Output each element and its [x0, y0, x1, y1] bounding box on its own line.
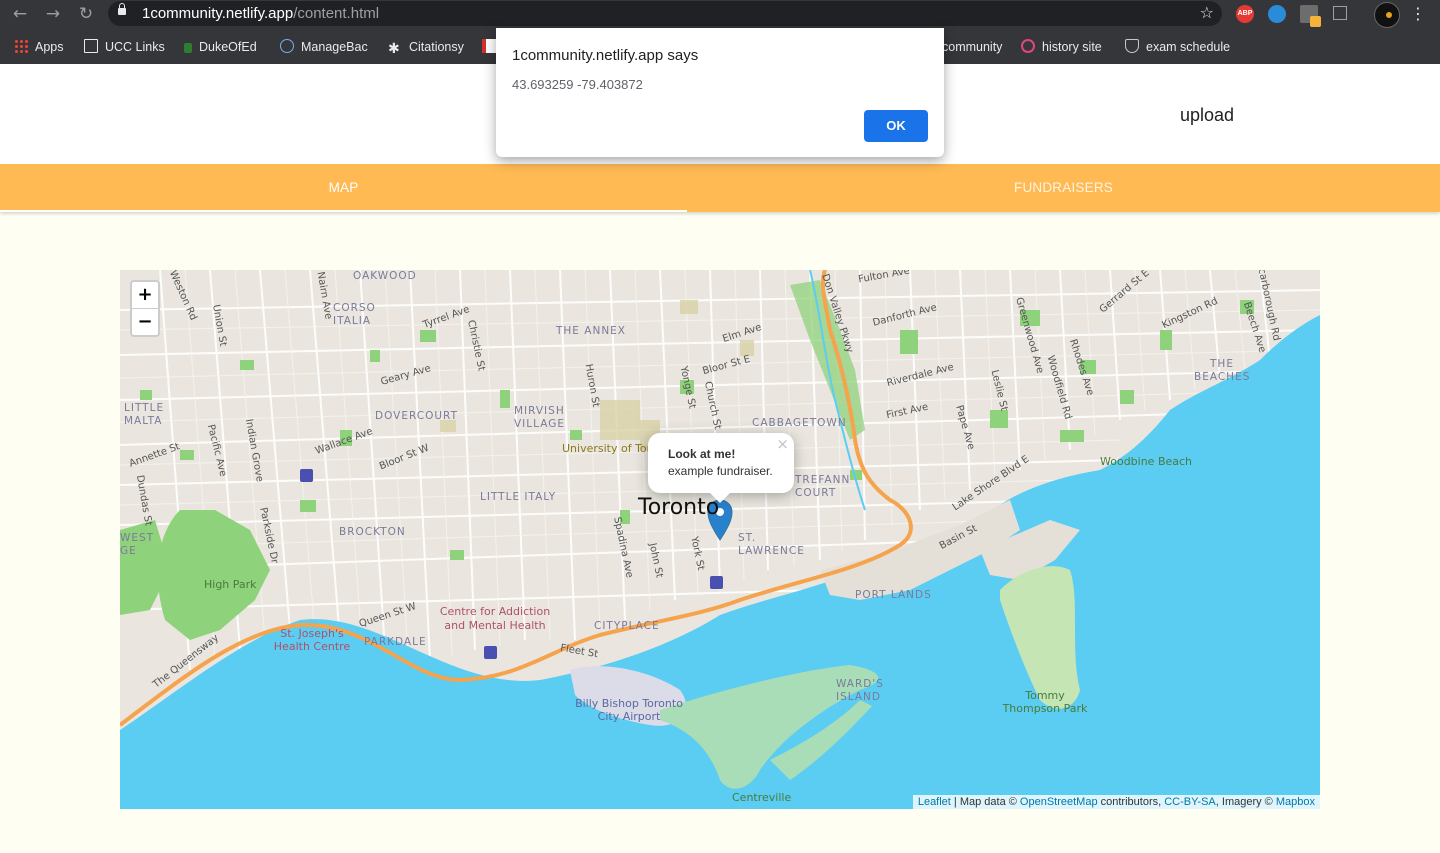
bookmark-history-site[interactable]: history site [1021, 38, 1102, 56]
popup-title: Look at me! [668, 447, 736, 461]
bookmark-community[interactable]: community [942, 38, 1002, 56]
reload-icon[interactable]: ↻ [76, 4, 96, 24]
globe-icon [280, 39, 294, 53]
bookmark-label: community [942, 40, 1003, 54]
osm-link[interactable]: OpenStreetMap [1020, 796, 1098, 808]
map-label-woodbine: Woodbine Beach [1100, 455, 1193, 468]
map-label-the-annex: THE ANNEX [556, 325, 627, 337]
bookmark-label: Apps [35, 40, 64, 54]
map-label-little-italy: LITTLE ITALY [480, 491, 557, 503]
extension-pen-icon[interactable] [1300, 5, 1321, 27]
extension-search-icon[interactable] [1268, 5, 1286, 23]
map-label-mirvish-village: MIRVISH VILLAGE [514, 405, 565, 430]
map-tiles [120, 270, 1320, 809]
map-container[interactable]: OAKWOOD CORSO ITALIA THE ANNEX LITTLE MA… [120, 270, 1320, 809]
bookmark-label: DukeOfEd [199, 40, 257, 54]
bookmark-exam-schedule[interactable]: exam schedule [1125, 38, 1230, 56]
map-label-cabbagetown: CABBAGETOWN [752, 417, 847, 429]
attribution-text: contributors, [1097, 796, 1165, 808]
bookmark-citationsy[interactable]: ✱ Citationsy [388, 38, 464, 56]
map-attribution: Leaflet | Map data © OpenStreetMap contr… [912, 795, 1320, 809]
bookmark-dukeofed[interactable]: DukeOfEd [184, 38, 257, 56]
map-label-trefann-court: TREFANN COURT [795, 474, 851, 499]
zoom-in-button[interactable]: + [132, 282, 158, 309]
attribution-text: , Imagery © [1215, 796, 1276, 808]
attribution-text: | Map data © [950, 796, 1020, 808]
back-arrow-icon[interactable]: ← [10, 4, 30, 24]
bookmark-label: history site [1042, 40, 1102, 54]
map-label-university: University of Tor [562, 442, 652, 455]
browser-toolbar: ← → ↻ 1community.netlify.app/content.htm… [0, 0, 1440, 28]
leaflet-link[interactable]: Leaflet [918, 796, 951, 808]
mapbox-link[interactable]: Mapbox [1276, 796, 1315, 808]
bookmark-label: ManageBac [301, 40, 368, 54]
forward-arrow-icon[interactable]: → [43, 4, 63, 24]
map-label-high-park: High Park [204, 578, 257, 591]
map-label-tommy-thompson: Tommy Thompson Park [1002, 689, 1088, 715]
map-label-camh: Centre for Addiction and Mental Health [439, 605, 551, 632]
map-popup: × Look at me! example fundraiser. [648, 433, 794, 503]
url-path: /content.html [293, 5, 380, 22]
map-label-dovercourt: DOVERCOURT [375, 410, 458, 422]
lock-icon [118, 3, 126, 15]
map-label-st-lawrence: ST. LAWRENCE [738, 532, 805, 557]
upload-link[interactable]: upload [1180, 105, 1234, 126]
subway-station-icon [710, 576, 723, 589]
url-domain: 1community.netlify.app [142, 5, 294, 22]
license-link[interactable]: CC-BY-SA [1164, 796, 1216, 808]
tab-map[interactable]: MAP [0, 164, 687, 212]
dialog-message: 43.693259 -79.403872 [512, 77, 643, 92]
url-text[interactable]: 1community.netlify.app/content.html [142, 5, 379, 22]
map-label-wards-island: WARD'S ISLAND [836, 678, 884, 703]
bookmark-managebac[interactable]: ManageBac [280, 38, 368, 56]
bookmark-star-icon[interactable]: ☆ [1200, 3, 1214, 22]
bookmark-label: UCC Links [105, 40, 165, 54]
red-bookmark-icon [482, 39, 496, 53]
map-label-st-josephs: St. Joseph's Health Centre [273, 627, 351, 653]
shield-icon [1125, 39, 1139, 53]
map-label-centreville: Centreville [732, 791, 792, 804]
profile-avatar[interactable] [1374, 2, 1400, 28]
map-label-corso-italia: CORSO ITALIA [333, 302, 376, 327]
alert-dialog: 1community.netlify.app says 43.693259 -7… [496, 28, 944, 157]
bookmark-apps[interactable]: Apps [14, 38, 64, 56]
apps-grid-icon [14, 39, 28, 53]
map-label-the-beaches: THE BEACHES [1194, 358, 1251, 383]
bookmark-label: Citationsy [409, 40, 464, 54]
popup-close-icon[interactable]: × [776, 435, 789, 453]
zoom-control: + − [130, 280, 160, 337]
menu-kebab-icon[interactable]: ⋮ [1408, 4, 1428, 24]
map-label-oakwood: OAKWOOD [353, 270, 417, 282]
bookmark-ucc-links[interactable]: UCC Links [84, 38, 165, 56]
popup-body: example fundraiser. [668, 464, 773, 478]
map-label-port-lands: PORT LANDS [855, 589, 932, 601]
subway-station-icon [300, 469, 313, 482]
asterisk-icon: ✱ [388, 40, 400, 56]
map-label-airport: Billy Bishop Toronto City Airport [575, 697, 683, 723]
ok-button[interactable]: OK [864, 110, 928, 142]
address-bar[interactable]: 1community.netlify.app/content.html ☆ [108, 1, 1222, 26]
adblock-icon[interactable]: ABP [1236, 5, 1254, 23]
dialog-title: 1community.netlify.app says [512, 47, 699, 64]
extensions-grid-icon[interactable] [1333, 6, 1347, 20]
map-label-brockton: BROCKTON [339, 526, 406, 538]
map-label-little-malta: LITTLE MALTA [124, 402, 165, 427]
bookmark-label: exam schedule [1146, 40, 1231, 54]
map-label-parkdale: PARKDALE [364, 636, 427, 648]
map-label-cityplace: CITYPLACE [594, 620, 660, 632]
map-city-label: Toronto [638, 495, 720, 520]
subway-station-icon [484, 646, 497, 659]
tab-fundraisers[interactable]: FUNDRAISERS [687, 164, 1440, 212]
folder-icon [84, 39, 98, 53]
history-site-icon [1021, 39, 1035, 53]
zoom-out-button[interactable]: − [132, 309, 158, 335]
active-tab-indicator [0, 210, 687, 212]
tab-bar: MAP FUNDRAISERS [0, 164, 1440, 212]
map-label-west-ge: WEST GE [120, 532, 155, 557]
dukeofed-icon [184, 43, 192, 53]
